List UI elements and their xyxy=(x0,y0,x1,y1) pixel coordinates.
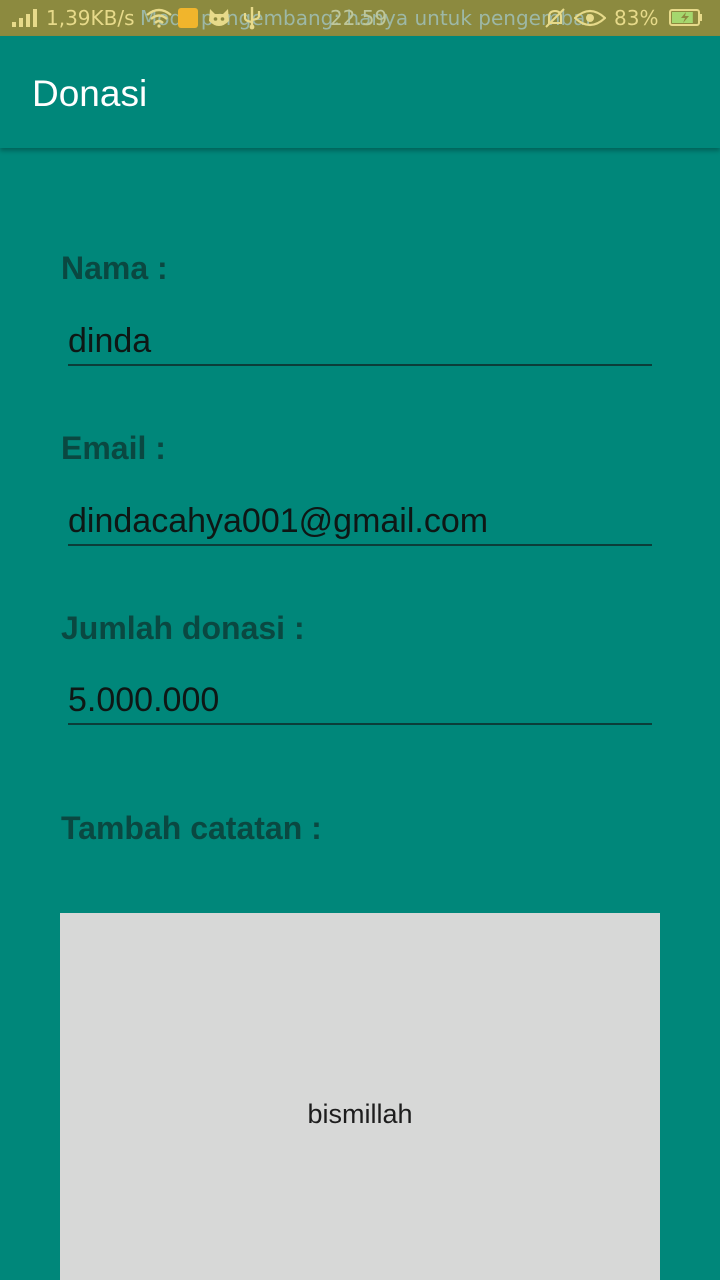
clock: 22.59 xyxy=(330,6,388,30)
lock-icon xyxy=(178,8,198,28)
name-field[interactable] xyxy=(68,318,652,366)
page-title: Donasi xyxy=(32,73,148,114)
usb-icon xyxy=(243,7,261,30)
battery-percent: 83% xyxy=(614,6,659,30)
wifi-icon xyxy=(146,8,172,28)
cat-face-icon xyxy=(209,9,229,26)
signal-icon xyxy=(12,9,37,27)
email-label: Email : xyxy=(61,430,166,466)
network-speed: 1,39KB/s xyxy=(46,6,135,30)
amount-label: Jumlah donasi : xyxy=(61,610,305,646)
amount-field[interactable] xyxy=(68,677,652,725)
note-label: Tambah catatan : xyxy=(61,810,322,846)
name-label: Nama : xyxy=(61,250,168,286)
status-bar: 1,39KB/s Mode pengembang: hanya untuk pe… xyxy=(0,0,720,36)
note-text: bismillah xyxy=(307,1099,413,1129)
mute-icon xyxy=(545,8,565,28)
battery-icon xyxy=(669,9,702,26)
app-bar: Donasi xyxy=(0,36,720,148)
note-textarea[interactable]: bismillah xyxy=(60,913,660,1280)
email-field[interactable] xyxy=(68,498,652,546)
eye-icon xyxy=(574,9,606,27)
